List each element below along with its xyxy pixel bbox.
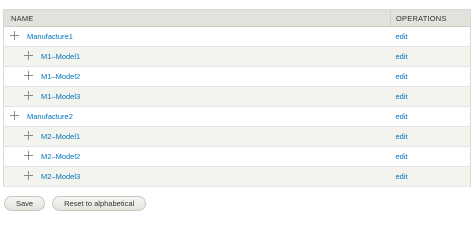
drag-handle-icon[interactable]	[24, 151, 33, 161]
terms-table: NAME OPERATIONS Manufacture1 edit M1–Mod…	[3, 9, 471, 187]
term-link[interactable]: M2–Model2	[41, 152, 80, 161]
table-row: M1–Model3 edit	[3, 86, 471, 107]
drag-handle-icon[interactable]	[24, 51, 33, 61]
term-link[interactable]: M1–Model3	[41, 92, 80, 101]
drag-handle-icon[interactable]	[10, 31, 19, 41]
table-row: M1–Model2 edit	[3, 66, 471, 87]
term-link[interactable]: Manufacture1	[27, 32, 73, 41]
term-link[interactable]: M1–Model2	[41, 72, 80, 81]
edit-link[interactable]: edit	[396, 92, 408, 101]
save-button[interactable]: Save	[4, 196, 46, 211]
table-header-row: NAME OPERATIONS	[3, 9, 471, 27]
column-header-name: NAME	[3, 9, 391, 27]
drag-handle-icon[interactable]	[24, 171, 33, 181]
drag-handle-icon[interactable]	[24, 91, 33, 101]
table-row: M2–Model2 edit	[3, 146, 471, 167]
table-row: Manufacture2 edit	[3, 106, 471, 127]
table-row: Manufacture1 edit	[3, 26, 471, 47]
edit-link[interactable]: edit	[396, 52, 408, 61]
term-link[interactable]: Manufacture2	[27, 112, 73, 121]
edit-link[interactable]: edit	[396, 72, 408, 81]
term-link[interactable]: M2–Model1	[41, 132, 80, 141]
drag-handle-icon[interactable]	[10, 111, 19, 121]
taxonomy-overview: NAME OPERATIONS Manufacture1 edit M1–Mod…	[3, 9, 471, 187]
form-actions: Save Reset to alphabetical	[4, 193, 153, 211]
table-row: M2–Model3 edit	[3, 166, 471, 187]
edit-link[interactable]: edit	[396, 132, 408, 141]
edit-link[interactable]: edit	[396, 152, 408, 161]
edit-link[interactable]: edit	[396, 112, 408, 121]
term-link[interactable]: M2–Model3	[41, 172, 80, 181]
table-row: M1–Model1 edit	[3, 46, 471, 67]
column-header-operations: OPERATIONS	[390, 9, 471, 27]
drag-handle-icon[interactable]	[24, 71, 33, 81]
table-row: M2–Model1 edit	[3, 126, 471, 147]
drag-handle-icon[interactable]	[24, 131, 33, 141]
edit-link[interactable]: edit	[396, 32, 408, 41]
term-link[interactable]: M1–Model1	[41, 52, 80, 61]
edit-link[interactable]: edit	[396, 172, 408, 181]
reset-alphabetical-button[interactable]: Reset to alphabetical	[52, 196, 147, 211]
